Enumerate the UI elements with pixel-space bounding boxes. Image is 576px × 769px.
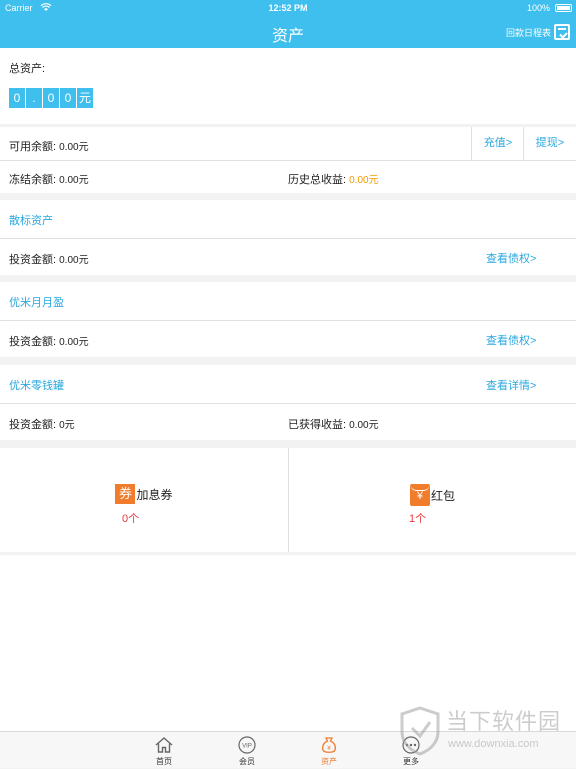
battery-percent: 100% [526, 3, 550, 13]
piggy-title: 优米零钱罐 [9, 380, 64, 392]
svg-text:VIP: VIP [242, 744, 252, 750]
frozen-balance-label: 冻结余额: [9, 174, 57, 186]
tab-assets-label: 资产 [321, 757, 337, 766]
yueyueying-invest-value: 0.00元 [59, 337, 89, 348]
vip-icon: VIP [238, 736, 256, 754]
watermark-logo: 当下软件园 www.downxia.com [398, 702, 568, 762]
total-digit: . [26, 88, 42, 108]
red-packet-card[interactable]: ¥ 红包 1个 [289, 448, 576, 552]
status-bar: Carrier 12:52 PM 100% [0, 0, 576, 16]
yueyueying-view-claims-link[interactable]: 查看债权> [486, 332, 536, 348]
total-digit: 0 [9, 88, 25, 108]
history-earnings: 历史总收益: 0.00元 [288, 171, 379, 187]
yueyueying-invest: 投资金额: 0.00元 [9, 333, 89, 349]
yueyueying-invest-label: 投资金额: [9, 336, 57, 348]
total-assets-section: 总资产: 0.00元 [0, 48, 576, 124]
watermark-shield-icon [400, 706, 440, 756]
total-digit: 0 [43, 88, 59, 108]
piggy-earned: 已获得收益: 0.00元 [288, 416, 379, 432]
sanbiao-invest-value: 0.00元 [59, 255, 89, 266]
money-bag-icon: ¥ [321, 737, 337, 753]
status-time: 12:52 PM [268, 3, 308, 13]
red-packet-label: 红包 [430, 488, 455, 503]
available-balance-label: 可用余额: [9, 141, 57, 153]
svg-text:¥: ¥ [327, 745, 331, 752]
piggy-view-details-link[interactable]: 查看详情> [486, 377, 536, 393]
calendar-icon [554, 24, 570, 40]
withdraw-button[interactable]: 提现> [523, 127, 576, 160]
yueyueying-header-row: 优米月月盈 [0, 282, 576, 320]
piggy-invest-value: 0元 [59, 420, 75, 431]
piggy-earned-value: 0.00元 [349, 420, 379, 431]
sanbiao-invest-label: 投资金额: [9, 254, 57, 266]
history-earnings-value: 0.00元 [349, 175, 379, 186]
available-balance-row: 可用余额: 0.00元 充值> 提现> [0, 127, 576, 160]
available-balance: 可用余额: 0.00元 [9, 138, 89, 154]
tab-assets[interactable]: ¥ 资产 [299, 732, 359, 769]
history-earnings-label: 历史总收益: [288, 174, 347, 186]
repayment-calendar-button[interactable]: 回款日程表 [506, 23, 570, 41]
frozen-balance: 冻结余额: 0.00元 [9, 171, 89, 187]
tab-home-label: 首页 [156, 757, 172, 766]
sanbiao-invest-row: 投资金额: 0.00元 查看债权> [0, 239, 576, 275]
sanbiao-invest: 投资金额: 0.00元 [9, 251, 89, 267]
yueyueying-title: 优米月月盈 [9, 297, 64, 309]
battery-icon [555, 4, 572, 12]
sanbiao-view-claims-link[interactable]: 查看债权> [486, 250, 536, 266]
piggy-invest-row: 投资金额: 0元 已获得收益: 0.00元 [0, 404, 576, 440]
tab-vip[interactable]: VIP 会员 [217, 732, 277, 769]
total-unit: 元 [77, 88, 93, 108]
interest-coupon-card[interactable]: 券加息券 0个 [0, 448, 288, 552]
piggy-earned-label: 已获得收益: [288, 419, 347, 431]
frozen-balance-value: 0.00元 [59, 175, 89, 186]
tab-home[interactable]: 首页 [134, 732, 194, 769]
tab-vip-label: 会员 [239, 757, 255, 766]
repayment-calendar-label: 回款日程表 [505, 27, 551, 38]
piggy-invest-label: 投资金额: [9, 419, 57, 431]
total-assets-label: 总资产: [9, 63, 46, 75]
interest-coupon-label: 加息券 [136, 487, 173, 502]
available-balance-value: 0.00元 [59, 142, 89, 153]
red-packet-count: 1个 [409, 513, 427, 525]
page-title: 资产 [271, 28, 304, 45]
nav-bar: 资产 回款日程表 [0, 16, 576, 48]
piggy-invest: 投资金额: 0元 [9, 416, 75, 432]
sanbiao-title: 散标资产 [9, 215, 53, 227]
sanbiao-header-row: 散标资产 [0, 200, 576, 238]
divider [288, 448, 289, 552]
interest-coupon-count: 0个 [122, 513, 140, 525]
piggy-header-row: 优米零钱罐 查看详情> [0, 365, 576, 403]
home-icon [155, 737, 173, 753]
total-digit: 0 [60, 88, 76, 108]
red-packet-icon: ¥ [409, 484, 430, 506]
frozen-balance-row: 冻结余额: 0.00元 历史总收益: 0.00元 [0, 161, 576, 193]
recharge-button[interactable]: 充值> [471, 127, 524, 160]
yueyueying-invest-row: 投资金额: 0.00元 查看债权> [0, 321, 576, 357]
total-assets-value: 0.00元 [9, 88, 94, 108]
watermark-url: www.downxia.com [448, 738, 539, 750]
coupon-icon: 券 [115, 484, 136, 504]
watermark-title: 当下软件园 [446, 710, 562, 735]
